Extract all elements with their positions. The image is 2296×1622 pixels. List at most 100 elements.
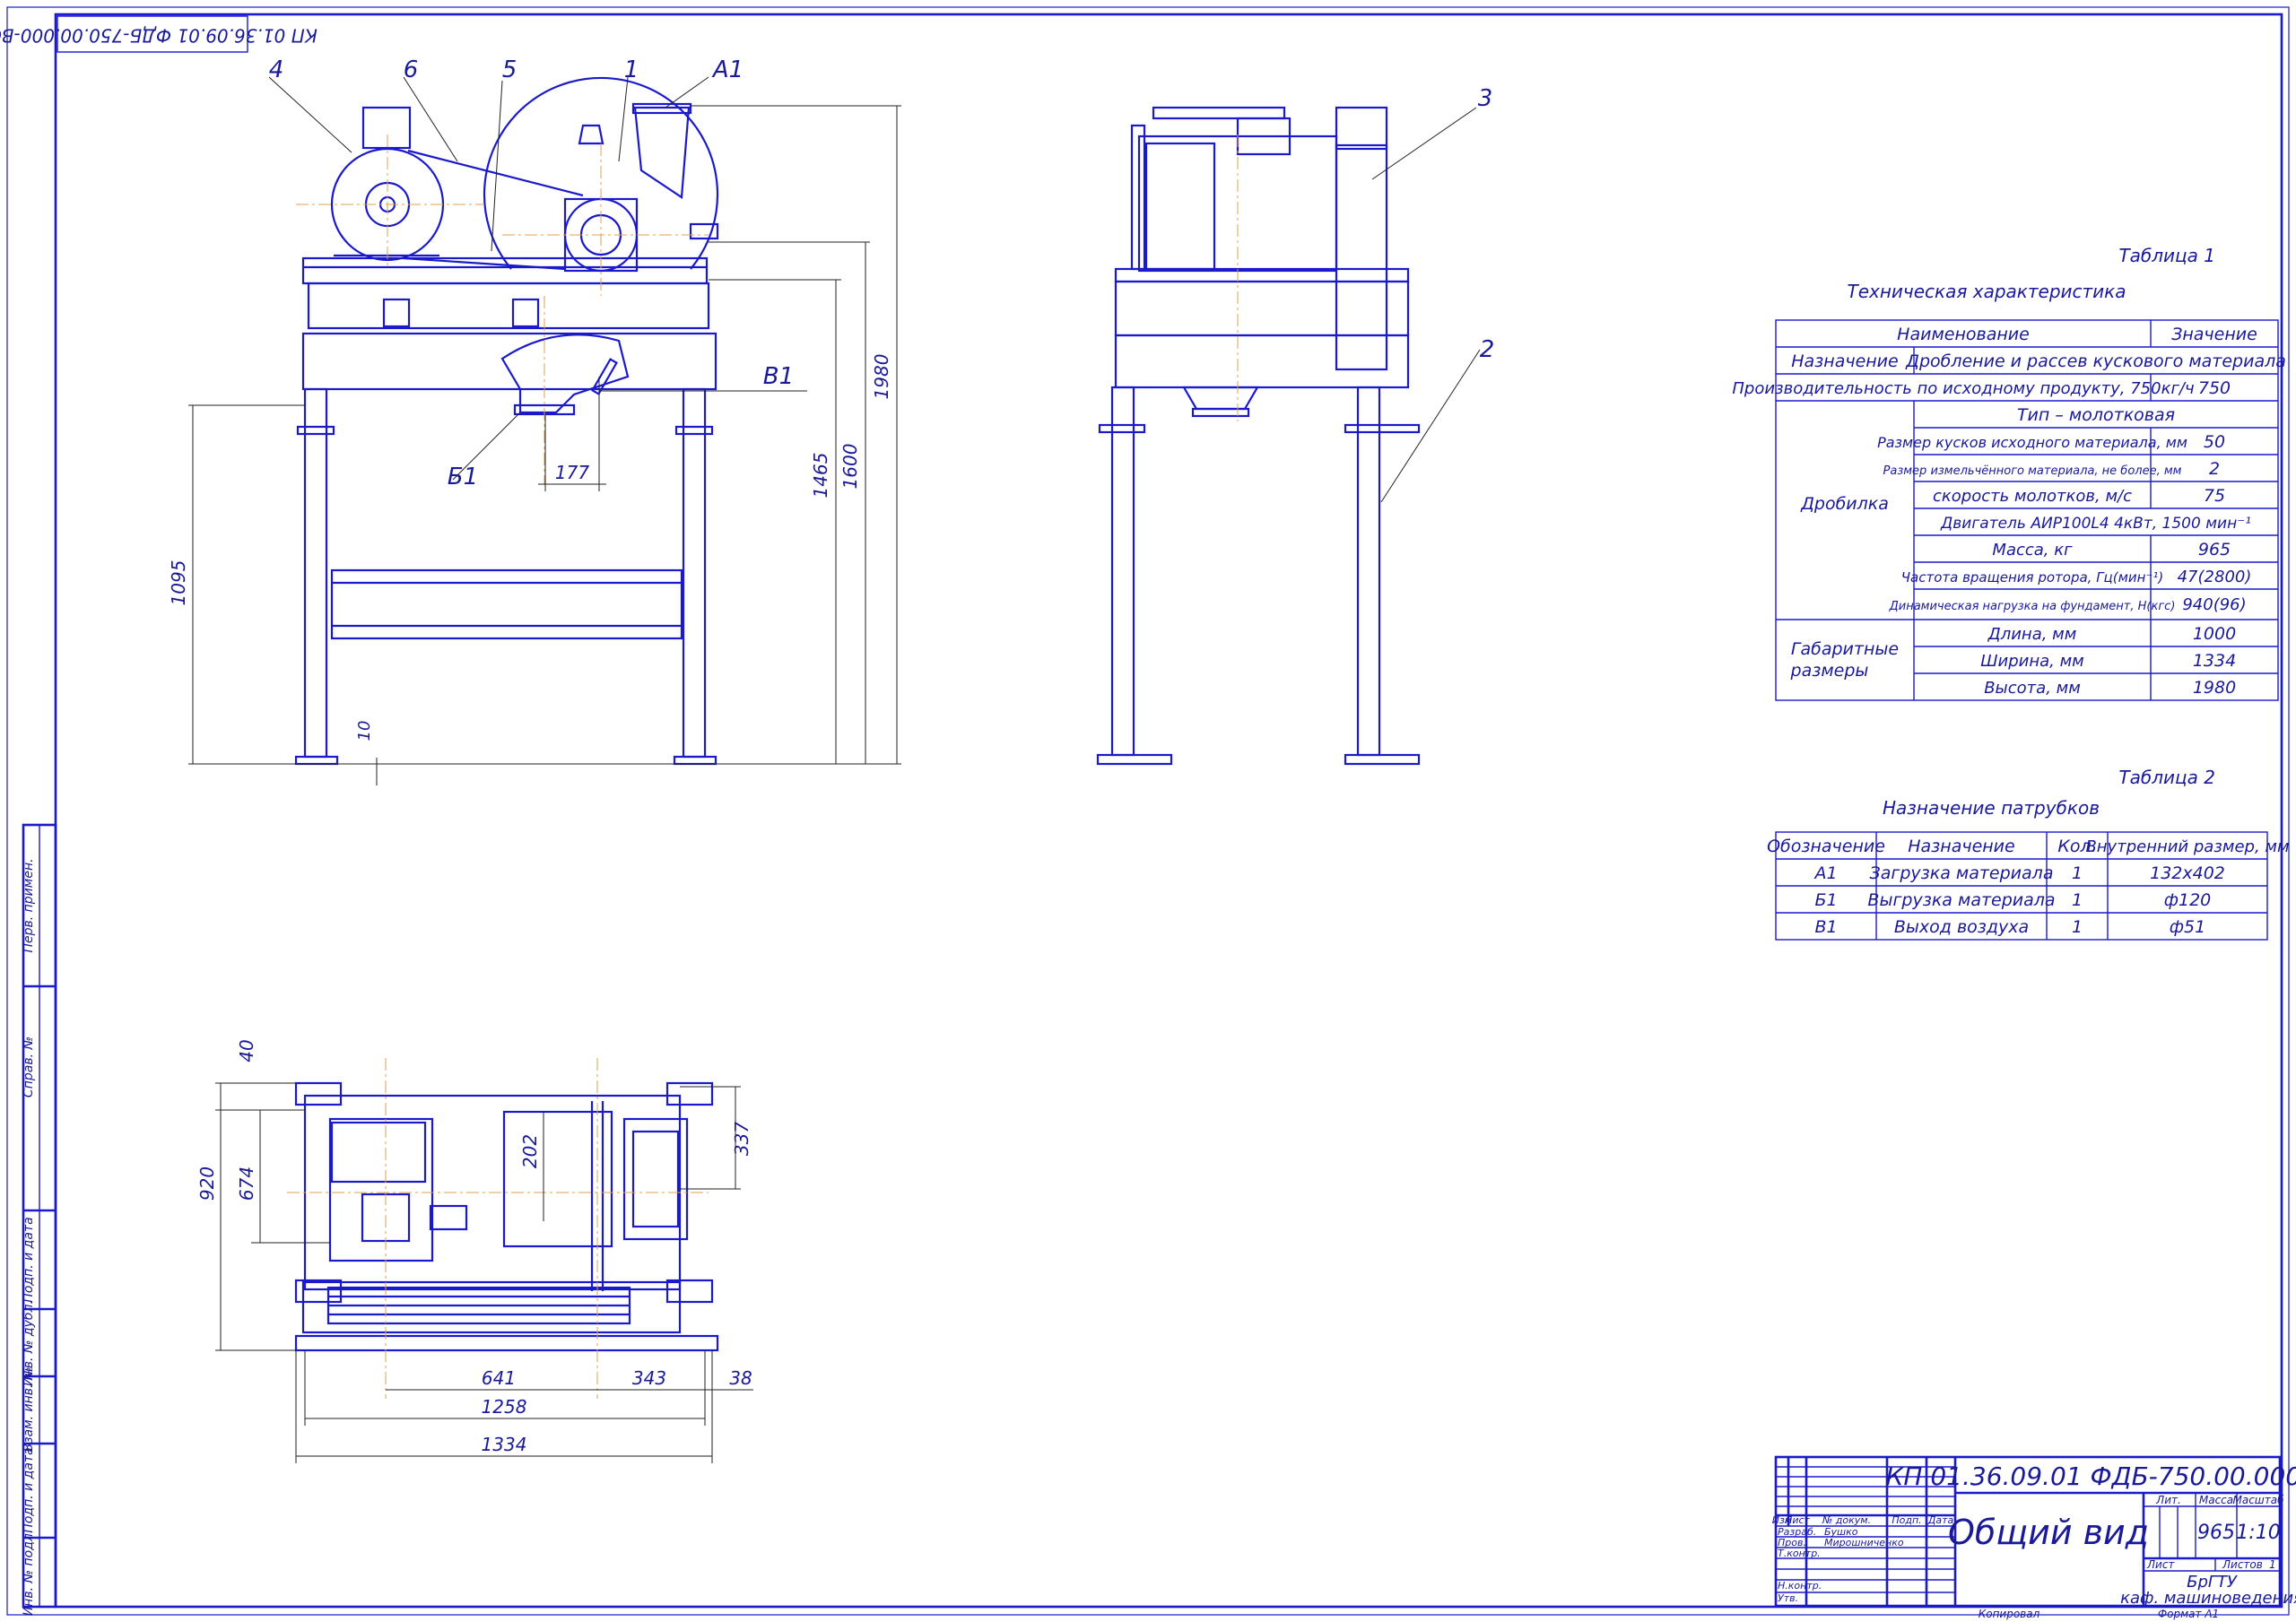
table1-crusher-label: Дробилка: [1800, 494, 1889, 514]
table1-row-value: 940(96): [2182, 595, 2246, 614]
table1-caption: Таблица 1: [2118, 245, 2215, 266]
side-stamp-label: Взам. инв. №: [22, 1366, 36, 1452]
table1-row-name: Динамическая нагрузка на фундамент, Н(кг…: [1889, 600, 2176, 613]
tb-org-2: каф. машиноведения: [2120, 1589, 2296, 1608]
dim-1334: 1334: [482, 1434, 527, 1455]
table1-header-value: Значение: [2171, 325, 2257, 344]
top-view: 40 920 674 202 337 641 343 38 1258 1334: [196, 1039, 753, 1463]
tb-role: Н.контр.: [1778, 1580, 1822, 1592]
table1-productivity-label: Производительность по исходному продукту…: [1732, 379, 2194, 398]
tb-scale-value: 1:10: [2236, 1522, 2280, 1544]
callout-B1: В1: [763, 363, 794, 390]
title-block: Изм Лист № докум. Подп. Дата Разраб. Про…: [1772, 1455, 2296, 1620]
tb-col-header: № докум.: [1822, 1514, 1871, 1526]
table1-crusher-type: Тип – молотковая: [2017, 405, 2175, 425]
table1-purpose-label: Назначение: [1791, 351, 1898, 371]
tb-copied: Копировал: [1979, 1608, 2040, 1620]
tb-mass-value: 965: [2197, 1522, 2235, 1544]
table1-dim-value: 1000: [2193, 624, 2236, 644]
callout-1: 1: [624, 56, 639, 83]
table2-header: Обозначение: [1767, 837, 1885, 856]
dim-1095: 1095: [168, 560, 189, 606]
dim-674: 674: [236, 1167, 257, 1201]
tb-scale-label: Масштаб: [2232, 1494, 2284, 1506]
table2-title: Назначение патрубков: [1883, 797, 2100, 819]
callout-4: 4: [269, 56, 284, 83]
table2-code: Б1: [1814, 890, 1837, 910]
dim-10: 10: [355, 721, 374, 742]
table1-productivity-value: 750: [2198, 378, 2231, 398]
dim-1465: 1465: [810, 453, 831, 499]
side-view: 3 2: [1096, 85, 1495, 766]
table2-code: В1: [1814, 917, 1837, 937]
side-stamp-label: Перв. примен.: [22, 858, 36, 952]
callout-5: 5: [502, 56, 517, 83]
dim-641: 641: [482, 1367, 516, 1389]
dim-343: 343: [632, 1367, 666, 1389]
right-leg: [682, 387, 707, 759]
callout-Б1: Б1: [448, 464, 478, 490]
table1-row-name: скорость молотков, м/с: [1933, 487, 2132, 506]
table1-dim-value: 1334: [2193, 651, 2236, 671]
dim-177: 177: [555, 462, 589, 483]
front-view: 1980 1600 1465 1095 177 10 4 6 5 1 А1 В1…: [168, 56, 901, 785]
table1-dims-label: Габаритные: [1791, 639, 1899, 659]
drawing-sheet: КП 01.36.09.01 ФДБ-750.00.000-ВО Перв. п…: [0, 6, 2296, 1620]
dim-920: 920: [196, 1167, 218, 1201]
table1-row-name: Частота вращения ротора, Гц(мин⁻¹): [1901, 569, 2164, 585]
tb-col-header: Подп.: [1892, 1514, 1921, 1526]
table1-purpose-value: Дробление и рассев кускового материала: [1905, 351, 2286, 371]
dim-38: 38: [729, 1367, 752, 1389]
table2-qty: 1: [2072, 890, 2083, 910]
table1-dims-label: размеры: [1790, 661, 1869, 681]
table1-row-name: Масса, кг: [1992, 541, 2073, 559]
table2-header: Назначение: [1908, 837, 2014, 856]
table1-dim-name: Длина, мм: [1987, 625, 2077, 644]
dim-202: 202: [519, 1134, 541, 1168]
side-stamp-label: Инв. № подл.: [22, 1530, 36, 1617]
tb-lit-label: Лит.: [2155, 1494, 2181, 1506]
table1-row-value: 75: [2204, 486, 2225, 506]
table2-purpose: Загрузка материала: [1870, 863, 2054, 883]
table2-size: ф51: [2170, 917, 2205, 937]
table1-row-value: 2: [2209, 459, 2220, 479]
tb-person: Мирошниченко: [1824, 1537, 1904, 1548]
tb-sheets-value: 1: [2269, 1558, 2276, 1571]
dim-40: 40: [236, 1039, 257, 1062]
callout-6: 6: [404, 56, 419, 83]
table1-row-value: 47(2800): [2178, 568, 2252, 586]
table1-title: Техническая характеристика: [1847, 281, 2126, 302]
dim-1258: 1258: [482, 1396, 527, 1418]
table2-qty: 1: [2072, 917, 2083, 937]
dim-1600: 1600: [839, 444, 861, 490]
table1-row-value: 965: [2198, 540, 2231, 559]
side-stamp-label: Подп. и дата: [22, 1217, 36, 1302]
tb-mass-label: Масса: [2199, 1494, 2233, 1506]
table2-qty: 1: [2072, 863, 2083, 883]
tb-role: Т.контр.: [1778, 1548, 1821, 1559]
table1-dim-name: Высота, мм: [1984, 679, 2081, 698]
table2-size: 132х402: [2150, 863, 2225, 883]
table1-header-name: Наименование: [1897, 325, 2030, 344]
table1-dim-name: Ширина, мм: [1980, 652, 2083, 671]
side-stamp-label: Справ. №: [22, 1037, 36, 1097]
tb-format: Формат А1: [2158, 1608, 2219, 1620]
callout-A1: А1: [711, 56, 744, 83]
dim-337: 337: [731, 1122, 752, 1156]
rotated-stamp: КП 01.36.09.01 ФДБ-750.00.000-ВО: [0, 25, 317, 47]
table-1: Таблица 1 Техническая характеристика Наи…: [1732, 245, 2286, 701]
table2-caption: Таблица 2: [2118, 767, 2215, 788]
table2-size: ф120: [2164, 890, 2212, 910]
table1-row-name: Двигатель АИР100L4 4кВт, 1500 мин⁻¹: [1940, 515, 2251, 533]
callout-2: 2: [1480, 336, 1495, 363]
table2-header: Внутренний размер, мм: [2085, 837, 2289, 856]
table1-dim-value: 1980: [2193, 678, 2236, 698]
table1-row-name: Размер измельчённого материала, не более…: [1883, 464, 2182, 478]
table2-purpose: Выход воздуха: [1894, 917, 2029, 937]
tb-col-header: Лист: [1784, 1514, 1810, 1526]
table2-purpose: Выгрузка материала: [1867, 890, 2055, 910]
table-2: Таблица 2 Назначение патрубков Обозначен…: [1767, 767, 2290, 941]
tb-sheet-label: Лист: [2146, 1558, 2175, 1571]
left-leg: [303, 387, 328, 759]
side-stamp: Перв. примен. Справ. № Подп. и дата Инв.…: [22, 823, 57, 1617]
